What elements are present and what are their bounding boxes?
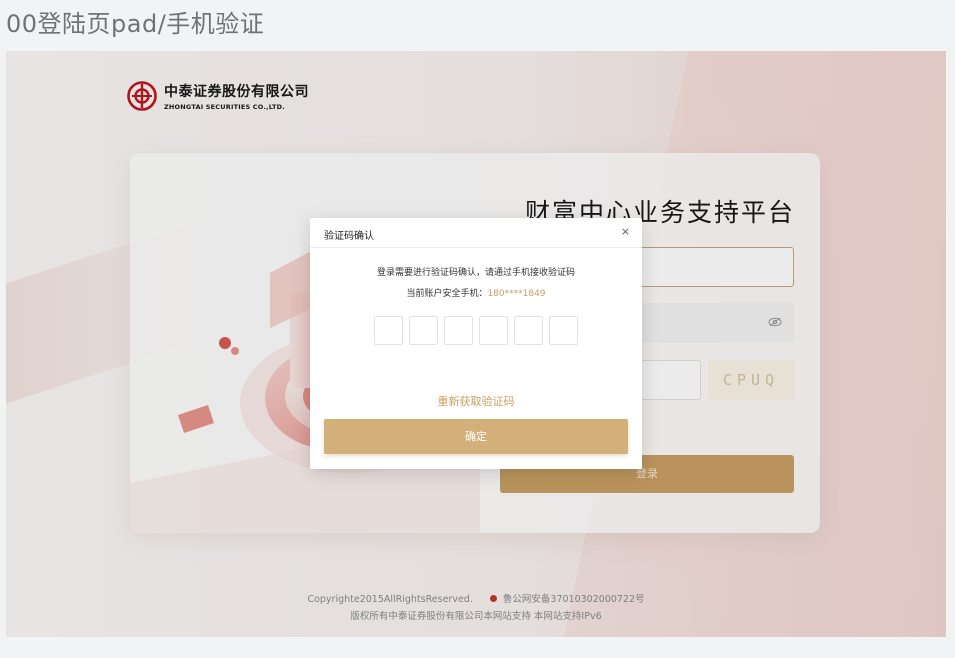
code-digit-input[interactable] xyxy=(479,316,508,345)
page-heading: 00登陆页pad/手机验证 xyxy=(6,10,265,38)
close-icon[interactable]: × xyxy=(621,225,630,238)
code-digit-input[interactable] xyxy=(549,316,578,345)
confirm-button[interactable]: 确定 xyxy=(324,419,628,454)
code-digit-input[interactable] xyxy=(444,316,473,345)
code-digit-input[interactable] xyxy=(374,316,403,345)
code-digit-input[interactable] xyxy=(514,316,543,345)
code-input-group xyxy=(374,316,578,345)
code-digit-input[interactable] xyxy=(409,316,438,345)
modal-phone-line: 当前账户安全手机：180****1849 xyxy=(310,286,642,299)
resend-code-link[interactable]: 重新获取验证码 xyxy=(310,393,642,409)
modal-title: 验证码确认 xyxy=(324,231,374,242)
phone-label: 当前账户安全手机： xyxy=(406,289,488,299)
modal-header: 验证码确认 × xyxy=(310,218,642,248)
verification-modal: 验证码确认 × 登录需要进行验证码确认，请通过手机接收验证码 当前账户安全手机：… xyxy=(310,218,642,469)
phone-number: 180****1849 xyxy=(487,289,546,299)
modal-description: 登录需要进行验证码确认，请通过手机接收验证码 xyxy=(376,268,575,278)
